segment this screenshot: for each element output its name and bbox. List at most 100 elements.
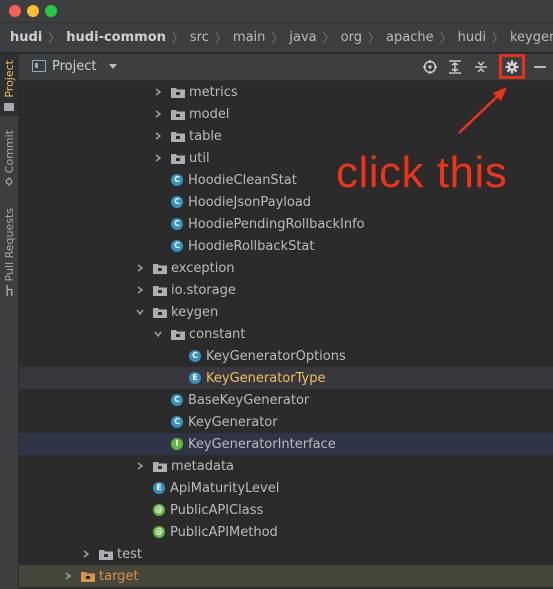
chevron-right-icon: 〉 [491,31,504,45]
tree-row[interactable]: constant [19,323,553,345]
sidebar-tab-label: Pull Requests [2,208,16,282]
pull-request-icon [6,285,13,297]
chevron-right-icon[interactable] [153,153,163,163]
tree-row[interactable]: C HoodieRollbackStat [19,235,553,257]
chevron-right-icon[interactable] [63,571,73,581]
tree-row[interactable]: E ApiMaturityLevel [19,477,553,499]
tree-row[interactable]: @ PublicAPIMethod [19,521,553,543]
chevron-right-icon: 〉 [368,31,381,45]
tool-window-title[interactable]: Project [52,59,96,74]
sidebar-tab-commit[interactable]: Commit [0,130,18,192]
tree-item-label: KeyGeneratorOptions [206,348,346,364]
sidebar-tab-project[interactable]: Project [0,54,18,116]
tree-row[interactable]: @ PublicAPIClass [19,499,553,521]
tree-item-label: target [99,568,139,584]
chevron-right-icon: 〉 [271,31,284,45]
tree-item-label: KeyGeneratorInterface [188,436,336,452]
chevron-right-icon: 〉 [48,31,61,45]
tree-item-label: KeyGenerator [188,414,278,430]
sidebar-tab-label: Commit [2,130,16,174]
hide-minus-icon[interactable] [531,58,549,76]
annotation-icon: @ [153,504,165,516]
chevron-right-icon[interactable] [153,109,163,119]
breadcrumb-item-hudi[interactable]: hudi [10,30,42,45]
tree-item-label: model [189,106,230,122]
tree-row[interactable]: test [19,543,553,565]
tree-item-label: HoodieJsonPayload [188,194,312,210]
tree-row[interactable]: metadata [19,455,553,477]
chevron-right-icon: 〉 [439,31,452,45]
tree-item-label: util [189,150,210,166]
tree-row[interactable]: C BaseKeyGenerator [19,389,553,411]
tree-item-label: metadata [171,458,235,474]
chevron-right-icon[interactable] [81,549,91,559]
tree-item-label: PublicAPIMethod [170,524,278,540]
zoom-window-button[interactable] [45,5,57,17]
folder-icon [99,549,113,560]
tree-row[interactable]: io.storage [19,279,553,301]
chevron-right-icon[interactable] [135,461,145,471]
tree-item-label: test [117,546,142,562]
tree-row[interactable]: C KeyGeneratorOptions [19,345,553,367]
window-title-bar [0,0,553,23]
tree-item-label: exception [171,260,235,276]
tree-item-label: HoodieCleanStat [188,172,297,188]
breadcrumb-item-src[interactable]: src [190,30,209,45]
gear-icon[interactable] [503,58,521,76]
chevron-right-icon[interactable] [153,87,163,97]
locate-target-icon[interactable] [421,58,439,76]
class-icon: C [171,218,183,230]
tree-row[interactable]: keygen [19,301,553,323]
project-view-icon [32,60,46,72]
tree-row[interactable]: C KeyGenerator [19,411,553,433]
folder-icon [153,307,167,318]
chevron-right-icon[interactable] [153,131,163,141]
tree-item-label: PublicAPIClass [170,502,264,518]
tree-item-label: HoodiePendingRollbackInfo [188,216,365,232]
annotation-text: click this [336,148,508,197]
chevron-down-icon[interactable] [153,329,163,339]
chevron-right-icon[interactable] [135,263,145,273]
close-window-button[interactable] [9,5,21,17]
breadcrumb-item-hudi-pkg[interactable]: hudi [458,30,486,45]
collapse-all-icon[interactable] [472,58,490,76]
tree-row[interactable]: E KeyGeneratorType [19,367,553,389]
chevron-right-icon[interactable] [135,285,145,295]
class-icon: C [189,350,201,362]
breadcrumb-item-org[interactable]: org [341,30,362,45]
folder-icon [4,102,14,111]
chevron-right-icon: 〉 [322,31,335,45]
folder-icon [153,461,167,472]
folder-icon [153,263,167,274]
project-tool-window-header: Project [19,54,553,81]
abstract-icon: C [171,416,183,428]
breadcrumb-item-apache[interactable]: apache [386,30,434,45]
folder-icon [171,131,185,142]
tree-row[interactable]: I KeyGeneratorInterface [19,433,553,455]
abstract-icon: C [171,394,183,406]
folder-icon [153,285,167,296]
tree-row[interactable]: C HoodiePendingRollbackInfo [19,213,553,235]
breadcrumb-item-java[interactable]: java [289,30,316,45]
tree-item-label: constant [189,326,246,342]
annotation-arrow-icon [458,87,507,134]
tree-item-label: table [189,128,222,144]
sidebar-tab-pull-requests[interactable]: Pull Requests [0,208,18,300]
expand-all-icon[interactable] [446,58,464,76]
breadcrumb-item-main[interactable]: main [233,30,265,45]
class-icon: C [171,196,183,208]
breadcrumb-item-keygen[interactable]: keygen [510,30,553,45]
breadcrumb-item-hudi-common[interactable]: hudi-common [66,30,166,45]
chevron-right-icon: 〉 [214,31,227,45]
tool-window-stripe: Project Commit Pull Requests [0,54,19,589]
enum-icon: E [189,372,201,384]
tree-item-label: HoodieRollbackStat [188,238,315,254]
tree-row[interactable]: target [19,565,553,587]
breadcrumb: hudi 〉 hudi-common 〉 src 〉 main 〉 java 〉… [0,23,553,53]
tree-item-label: ApiMaturityLevel [170,480,280,496]
chevron-down-icon[interactable] [109,64,117,69]
tree-item-label: BaseKeyGenerator [188,392,310,408]
chevron-down-icon[interactable] [135,307,145,317]
tree-row[interactable]: exception [19,257,553,279]
minimize-window-button[interactable] [27,5,39,17]
